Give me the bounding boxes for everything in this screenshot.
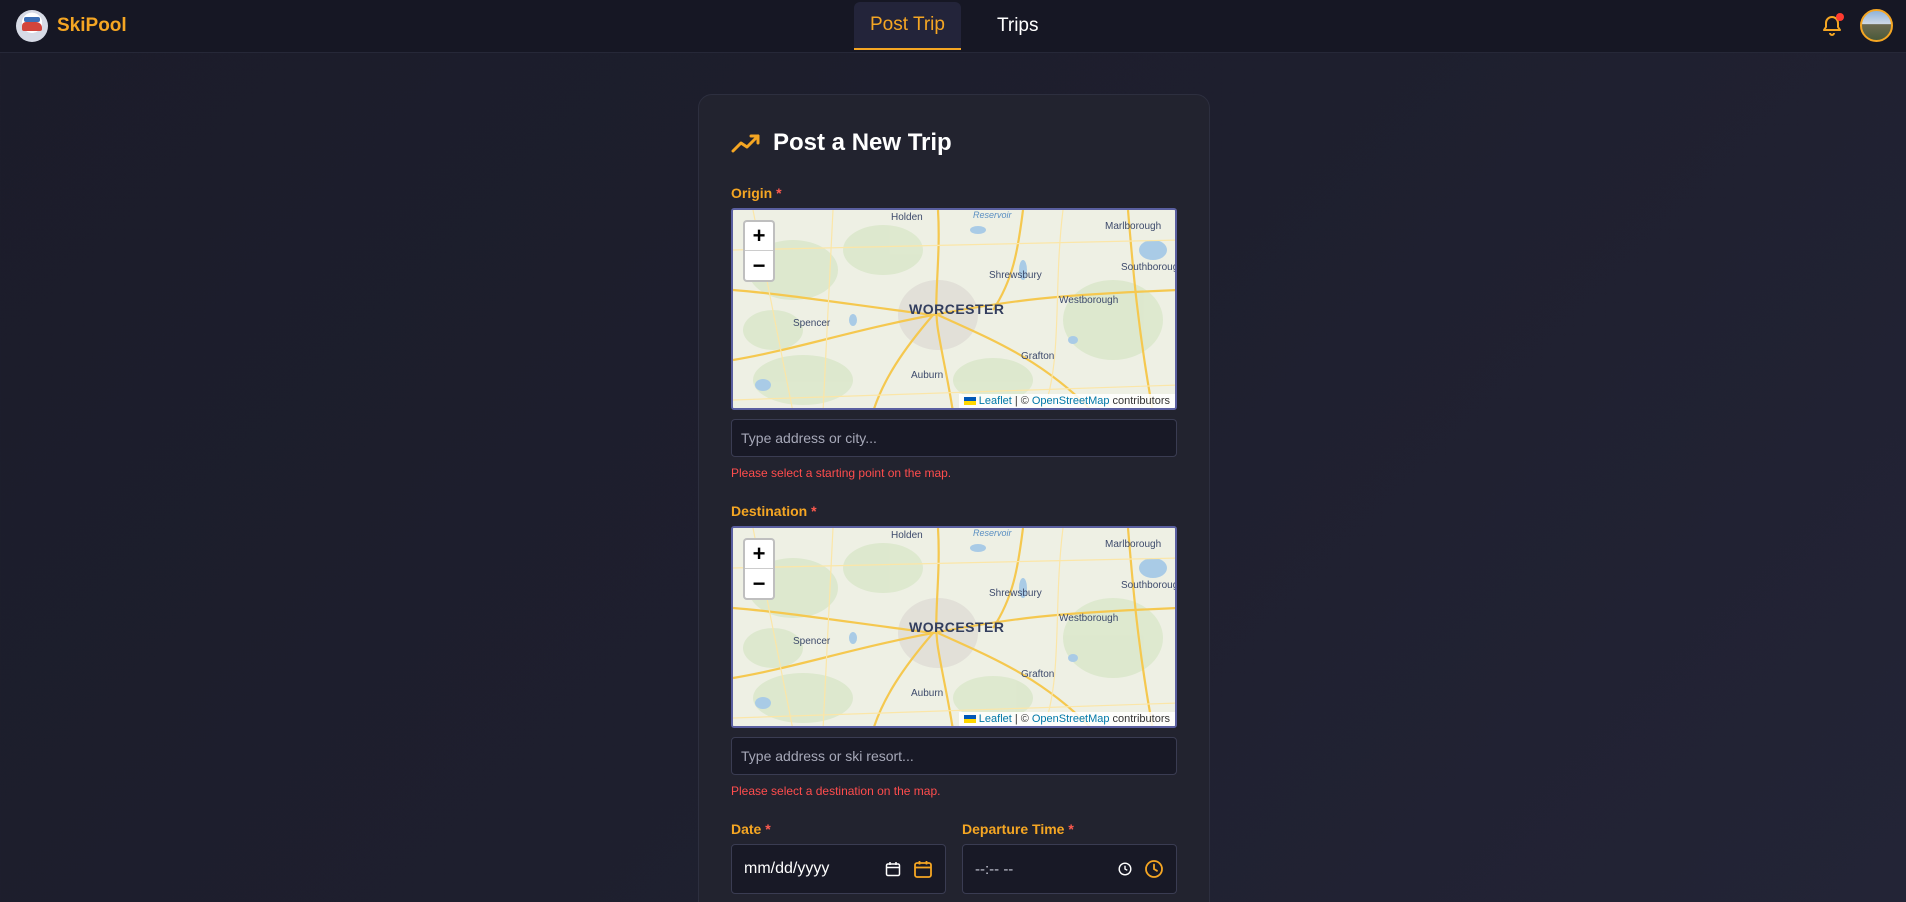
zoom-out-button[interactable]: − <box>745 251 773 280</box>
nav-tabs: Post Trip Trips <box>854 2 1055 50</box>
zoom-in-button[interactable]: + <box>745 222 773 251</box>
tab-post-trip[interactable]: Post Trip <box>854 2 961 50</box>
map-label: Holden <box>891 212 923 223</box>
brand-logo-icon <box>16 10 48 42</box>
tab-trips[interactable]: Trips <box>981 2 1055 50</box>
osm-link[interactable]: OpenStreetMap <box>1032 395 1110 407</box>
map-label: Spencer <box>793 636 831 647</box>
map-label: Auburn <box>911 370 944 381</box>
osm-link[interactable]: OpenStreetMap <box>1032 713 1110 725</box>
map-label: Southborough <box>1121 262 1175 273</box>
origin-label: Origin * <box>731 185 782 201</box>
zoom-out-button[interactable]: − <box>745 569 773 598</box>
brand[interactable]: SkiPool <box>16 10 127 42</box>
destination-label-text: Destination <box>731 503 808 519</box>
attribution-suffix: contributors <box>1112 713 1170 725</box>
map-label: Westborough <box>1059 613 1119 624</box>
zoom-control: + − <box>743 538 775 600</box>
time-label-text: Departure Time <box>962 821 1065 837</box>
page-title: Post a New Trip <box>773 129 952 156</box>
date-label-text: Date <box>731 821 762 837</box>
map-label: Reservoir <box>973 528 1012 538</box>
calendar-icon <box>914 861 932 878</box>
map-attribution: Leaflet | © OpenStreetMap contributors <box>958 394 1175 408</box>
calendar-picker-icon[interactable] <box>885 861 901 877</box>
map-label: Auburn <box>911 688 944 699</box>
origin-label-text: Origin <box>731 185 773 201</box>
required-mark: * <box>765 821 771 837</box>
map-label: Spencer <box>793 318 831 329</box>
map-label: Shrewsbury <box>989 588 1042 599</box>
trending-up-icon <box>731 134 760 153</box>
brand-name: SkiPool <box>57 15 127 36</box>
attribution-separator: | © <box>1014 395 1029 407</box>
map-label: Southborough <box>1121 580 1175 591</box>
destination-label: Destination * <box>731 503 817 519</box>
ukraine-flag-icon <box>963 715 976 723</box>
zoom-control: + − <box>743 220 775 282</box>
map-attribution: Leaflet | © OpenStreetMap contributors <box>958 712 1175 726</box>
date-input[interactable]: mm/dd/yyyy <box>731 844 946 894</box>
destination-map[interactable]: Holden Reservoir Marlborough Southboroug… <box>731 526 1177 728</box>
attribution-suffix: contributors <box>1112 395 1170 407</box>
attribution-separator: | © <box>1014 713 1029 725</box>
required-mark: * <box>1068 821 1074 837</box>
map-label: Shrewsbury <box>989 270 1042 281</box>
destination-error: Please select a destination on the map. <box>731 784 941 798</box>
origin-error: Please select a starting point on the ma… <box>731 466 952 480</box>
time-picker-icon[interactable] <box>1118 862 1132 876</box>
map-label: Holden <box>891 530 923 541</box>
post-trip-card: Post a New Trip Origin * Holden Reservoi… <box>698 94 1210 902</box>
map-label: Marlborough <box>1105 539 1162 550</box>
map-label-city: WORCESTER <box>909 301 1005 317</box>
zoom-in-button[interactable]: + <box>745 540 773 569</box>
notification-dot <box>1836 13 1844 21</box>
time-input[interactable]: --:-- -- <box>962 844 1177 894</box>
date-label: Date * <box>731 821 771 837</box>
map-label: Marlborough <box>1105 221 1162 232</box>
map-label-city: WORCESTER <box>909 619 1005 635</box>
map-label: Grafton <box>1021 669 1055 680</box>
clock-icon <box>1145 860 1163 878</box>
time-placeholder: --:-- -- <box>975 860 1014 878</box>
avatar[interactable] <box>1860 9 1893 42</box>
required-mark: * <box>811 503 817 519</box>
map-label: Westborough <box>1059 295 1119 306</box>
map-label: Grafton <box>1021 351 1055 362</box>
date-placeholder: mm/dd/yyyy <box>744 860 830 877</box>
ukraine-flag-icon <box>963 397 976 405</box>
required-mark: * <box>776 185 782 201</box>
map-label: Reservoir <box>973 210 1012 220</box>
origin-input[interactable] <box>731 419 1177 457</box>
origin-map[interactable]: Holden Reservoir Marlborough Southboroug… <box>731 208 1177 410</box>
leaflet-link[interactable]: Leaflet <box>979 395 1012 407</box>
top-navbar: SkiPool Post Trip Trips <box>0 0 1906 53</box>
destination-input[interactable] <box>731 737 1177 775</box>
time-label: Departure Time * <box>962 821 1074 837</box>
leaflet-link[interactable]: Leaflet <box>979 713 1012 725</box>
card-header: Post a New Trip <box>731 129 952 157</box>
